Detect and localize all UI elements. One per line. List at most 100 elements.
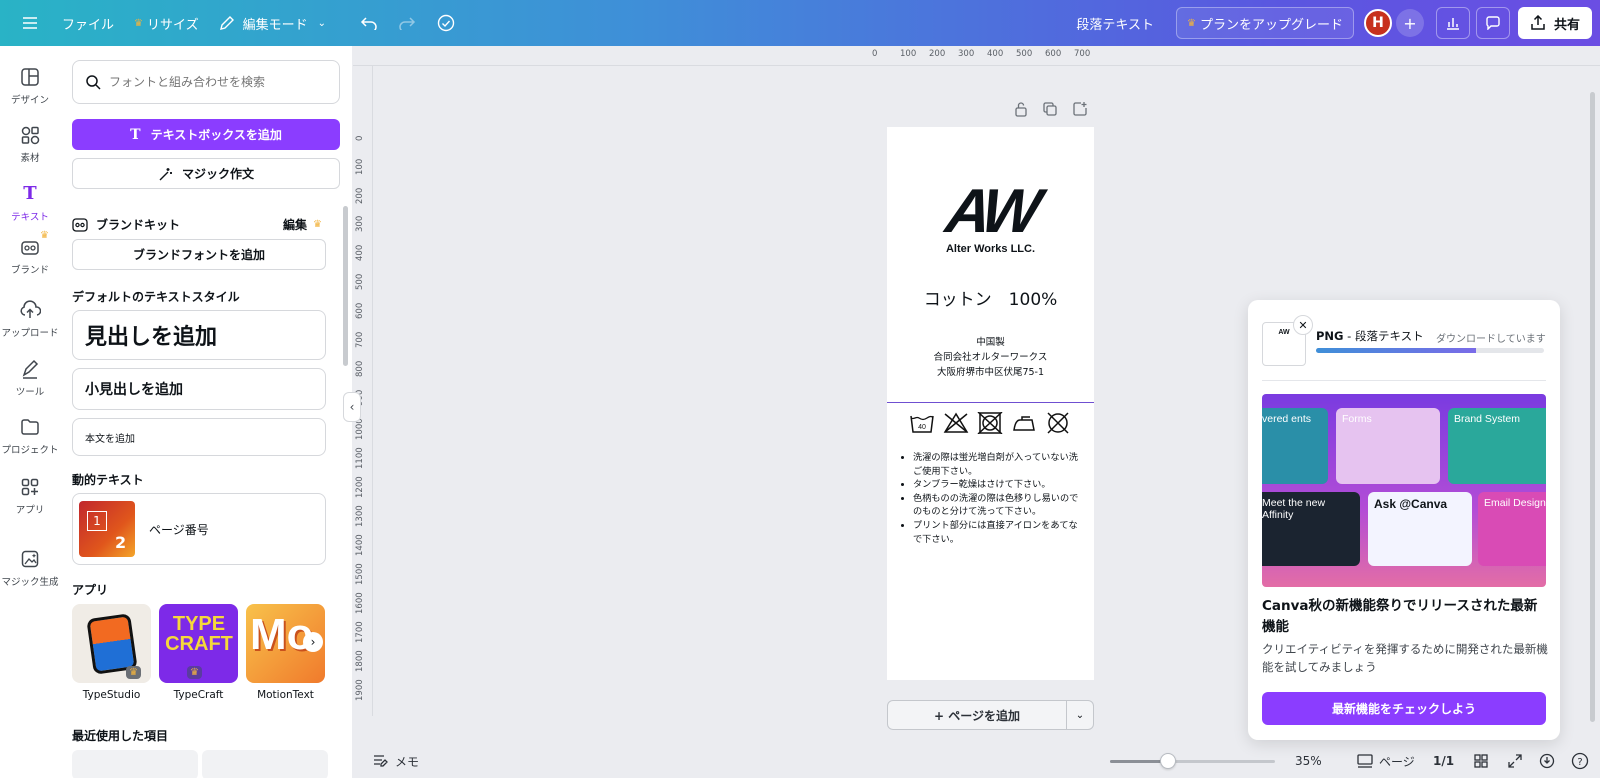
fullscreen-icon[interactable] (1507, 753, 1523, 769)
ruler-tick: 600 (355, 302, 365, 319)
plus-icon: + (1403, 13, 1417, 33)
add-subheading-button[interactable]: 小見出しを追加 (72, 368, 326, 410)
add-page-icon[interactable] (1072, 101, 1088, 117)
promo-tile-label: Meet the new Affinity (1262, 497, 1326, 521)
zoom-slider-thumb[interactable] (1159, 753, 1176, 769)
menu-button[interactable] (8, 7, 52, 39)
file-label: ファイル (62, 17, 115, 33)
side-rail: デザイン 素材 T テキスト ♛ ブランド アップロード ツール プロジェクト … (0, 46, 60, 778)
company-name[interactable]: Alter Works LLC. (887, 243, 1094, 255)
page-tools (1014, 101, 1088, 117)
ruler-tick: 700 (355, 331, 365, 348)
care-notes[interactable]: 洗濯の際は蛍光増白剤が入っていない洗ご使用下さい。 タンブラー乾燥はさけて下さい… (903, 451, 1083, 546)
help-icon[interactable]: ? (1571, 752, 1589, 770)
unlock-icon[interactable] (1014, 101, 1028, 117)
cta-label: 最新機能をチェックしよう (1331, 702, 1476, 716)
magic-wand-icon (159, 167, 172, 180)
ruler-tick: 1100 (355, 447, 365, 469)
apps-next-button[interactable]: › (303, 632, 323, 652)
pages-button[interactable]: ページ (1357, 753, 1415, 770)
chevron-left-icon: ‹ (349, 400, 355, 414)
company-logo[interactable]: AW (883, 177, 1099, 246)
recent-item[interactable] (72, 750, 198, 778)
file-menu[interactable]: ファイル (52, 7, 124, 39)
save-status-button[interactable] (426, 7, 466, 39)
download-doc-name: - 段落テキスト (1347, 329, 1424, 343)
avatar[interactable]: H (1363, 9, 1392, 37)
collapse-panel-button[interactable]: ‹ (343, 392, 361, 422)
rail-item-projects[interactable]: プロジェクト (0, 416, 60, 456)
panel-scrollbar[interactable] (343, 206, 348, 366)
ruler-tick: 400 (987, 49, 1004, 59)
font-search[interactable] (72, 60, 340, 104)
ruler-tick: 300 (958, 49, 975, 59)
search-input[interactable] (109, 75, 329, 89)
zoom-level[interactable]: 35% (1295, 754, 1322, 768)
origin-text[interactable]: 中国製 合同会社オルターワークス 大阪府堺市中区伏尾75-1 (887, 335, 1094, 380)
add-textbox-button[interactable]: T テキストボックスを追加 (72, 119, 340, 150)
layout-icon (21, 68, 39, 86)
insights-button[interactable] (1435, 7, 1470, 39)
apps-icon (21, 478, 39, 496)
notes-button[interactable]: メモ (373, 753, 419, 770)
magic-write-button[interactable]: マジック作文 (72, 158, 340, 189)
add-page-options-button[interactable]: ⌄ (1067, 700, 1094, 730)
promo-body: クリエイティビティを発揮するために開発された最新機能を試してみましょう (1262, 642, 1548, 674)
app-typecraft[interactable]: TYPE CRAFT ♛ TypeCraft (159, 604, 238, 701)
rail-item-tools[interactable]: ツール (0, 358, 60, 398)
ruler-tick: 200 (929, 49, 946, 59)
rail-label: マジック生成 (1, 577, 59, 588)
brand-edit-link[interactable]: 編集 (283, 216, 307, 233)
rail-label: テキスト (11, 212, 49, 223)
rail-item-apps[interactable]: アプリ (0, 476, 60, 516)
add-body-button[interactable]: 本文を追加 (72, 418, 326, 456)
apps-title: アプリ (72, 583, 109, 597)
care-icons[interactable]: 40 (909, 412, 1071, 434)
thumbnail-logo: AW (1278, 329, 1290, 336)
upgrade-button[interactable]: ♛ プランをアップグレード (1176, 7, 1354, 39)
rail-item-magic-media[interactable]: マジック生成 (0, 548, 60, 588)
rail-item-elements[interactable]: 素材 (0, 124, 60, 164)
ruler-tick: 500 (355, 273, 365, 290)
ruler-tick: 1400 (355, 534, 365, 556)
doc-title[interactable]: 段落テキスト (1066, 7, 1164, 39)
canvas-scrollbar[interactable] (1590, 92, 1595, 722)
rail-item-text[interactable]: T テキスト (0, 183, 60, 223)
redo-button[interactable] (388, 7, 426, 39)
duplicate-icon[interactable] (1042, 101, 1058, 117)
app-typestudio[interactable]: ♛ TypeStudio (72, 604, 151, 701)
add-page-button[interactable]: + ページを追加 (887, 700, 1067, 730)
crown-icon: ♛ (313, 219, 322, 230)
recent-item[interactable] (202, 750, 328, 778)
resize-button[interactable]: ♛ リサイズ (124, 7, 209, 39)
rail-item-design[interactable]: デザイン (0, 66, 60, 106)
design-page[interactable]: AW Alter Works LLC. コットン 100% 中国製 合同会社オル… (887, 127, 1094, 680)
grid-view-icon[interactable] (1473, 753, 1489, 769)
comment-button[interactable] (1475, 7, 1510, 39)
divider-line[interactable] (887, 402, 1094, 403)
promo-tile: Email Design (1478, 492, 1546, 566)
add-brand-font-button[interactable]: ブランドフォントを追加 (72, 239, 326, 270)
page-count[interactable]: 1/1 (1433, 754, 1454, 768)
rail-item-upload[interactable]: アップロード (0, 299, 60, 339)
close-popup-button[interactable]: ✕ (1293, 315, 1313, 335)
page-number-card[interactable]: 1 2 ページ番号 (72, 493, 326, 565)
share-button[interactable]: 共有 (1517, 7, 1592, 39)
edit-mode-dropdown[interactable]: 編集モード ⌄ (209, 7, 336, 39)
invite-button[interactable]: + (1395, 9, 1424, 37)
iron-icon (1013, 416, 1035, 431)
svg-text:40: 40 (918, 424, 926, 431)
cloud-check-icon (437, 14, 455, 32)
material-text[interactable]: コットン 100% (887, 285, 1094, 310)
undo-button[interactable] (350, 7, 388, 39)
zoom-slider[interactable] (1110, 760, 1275, 763)
search-icon (86, 75, 101, 90)
ruler-tick: 0 (355, 135, 365, 141)
check-features-button[interactable]: 最新機能をチェックしよう (1262, 692, 1546, 725)
brand-icon (21, 241, 39, 255)
rail-item-brand[interactable]: ♛ ブランド (0, 230, 60, 276)
add-heading-button[interactable]: 見出しを追加 (72, 310, 326, 360)
present-icon[interactable] (1539, 753, 1555, 769)
app-motiontext[interactable]: Mo › MotionText (246, 604, 325, 701)
rail-label: アップロード (1, 328, 59, 339)
